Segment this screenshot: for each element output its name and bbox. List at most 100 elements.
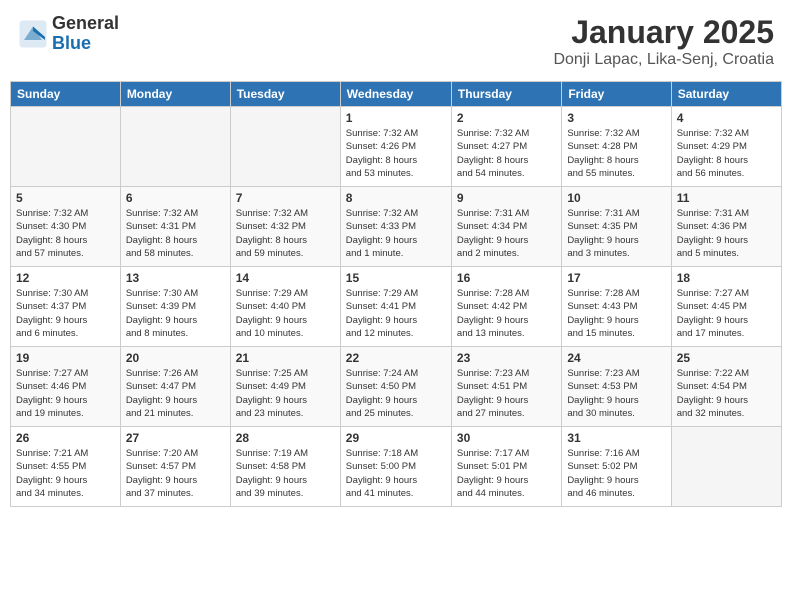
calendar-day-cell: 26Sunrise: 7:21 AM Sunset: 4:55 PM Dayli…	[11, 427, 121, 507]
day-number: 17	[567, 271, 665, 285]
day-number: 28	[236, 431, 335, 445]
day-number: 6	[126, 191, 225, 205]
day-number: 2	[457, 111, 556, 125]
day-info: Sunrise: 7:32 AM Sunset: 4:31 PM Dayligh…	[126, 207, 225, 260]
logo-general: General	[52, 14, 119, 34]
calendar-week-row: 5 Sunrise: 7:32 AM Sunset: 4:30 PM Daylig…	[11, 187, 782, 267]
calendar-day-cell: 7 Sunrise: 7:32 AM Sunset: 4:32 PM Daylig…	[230, 187, 340, 267]
day-number: 3	[567, 111, 665, 125]
logo: General Blue	[18, 14, 119, 54]
calendar-week-row: 12Sunrise: 7:30 AM Sunset: 4:37 PM Dayli…	[11, 267, 782, 347]
day-number: 11	[677, 191, 776, 205]
calendar-table: SundayMondayTuesdayWednesdayThursdayFrid…	[10, 81, 782, 507]
day-number: 10	[567, 191, 665, 205]
calendar-day-cell: 18Sunrise: 7:27 AM Sunset: 4:45 PM Dayli…	[671, 267, 781, 347]
calendar-day-cell: 2 Sunrise: 7:32 AM Sunset: 4:27 PM Daylig…	[451, 107, 561, 187]
day-info: Sunrise: 7:30 AM Sunset: 4:37 PM Dayligh…	[16, 287, 115, 340]
logo-icon	[18, 19, 48, 49]
calendar-day-cell: 3Sunrise: 7:32 AM Sunset: 4:28 PM Daylig…	[562, 107, 671, 187]
calendar-day-cell: 25 Sunrise: 7:22 AM Sunset: 4:54 PM Dayli…	[671, 347, 781, 427]
day-number: 23	[457, 351, 556, 365]
calendar-day-cell: 16 Sunrise: 7:28 AM Sunset: 4:42 PM Dayli…	[451, 267, 561, 347]
day-number: 9	[457, 191, 556, 205]
weekday-header-tuesday: Tuesday	[230, 82, 340, 107]
calendar-day-cell	[230, 107, 340, 187]
day-info: Sunrise: 7:16 AM Sunset: 5:02 PM Dayligh…	[567, 447, 665, 500]
weekday-header-saturday: Saturday	[671, 82, 781, 107]
calendar-day-cell: 14 Sunrise: 7:29 AM Sunset: 4:40 PM Dayli…	[230, 267, 340, 347]
weekday-header-sunday: Sunday	[11, 82, 121, 107]
weekday-header-row: SundayMondayTuesdayWednesdayThursdayFrid…	[11, 82, 782, 107]
day-info: Sunrise: 7:23 AM Sunset: 4:51 PM Dayligh…	[457, 367, 556, 420]
calendar-day-cell: 19 Sunrise: 7:27 AM Sunset: 4:46 PM Dayli…	[11, 347, 121, 427]
day-number: 4	[677, 111, 776, 125]
calendar-week-row: 1Sunrise: 7:32 AM Sunset: 4:26 PM Daylig…	[11, 107, 782, 187]
day-number: 27	[126, 431, 225, 445]
day-info: Sunrise: 7:32 AM Sunset: 4:29 PM Dayligh…	[677, 127, 776, 180]
day-info: Sunrise: 7:27 AM Sunset: 4:45 PM Dayligh…	[677, 287, 776, 340]
calendar-day-cell: 4 Sunrise: 7:32 AM Sunset: 4:29 PM Daylig…	[671, 107, 781, 187]
day-number: 13	[126, 271, 225, 285]
calendar-day-cell: 21Sunrise: 7:25 AM Sunset: 4:49 PM Dayli…	[230, 347, 340, 427]
day-info: Sunrise: 7:30 AM Sunset: 4:39 PM Dayligh…	[126, 287, 225, 340]
day-info: Sunrise: 7:24 AM Sunset: 4:50 PM Dayligh…	[346, 367, 446, 420]
day-info: Sunrise: 7:31 AM Sunset: 4:36 PM Dayligh…	[677, 207, 776, 260]
calendar-day-cell: 20 Sunrise: 7:26 AM Sunset: 4:47 PM Dayli…	[120, 347, 230, 427]
day-number: 29	[346, 431, 446, 445]
day-info: Sunrise: 7:32 AM Sunset: 4:33 PM Dayligh…	[346, 207, 446, 260]
calendar-day-cell: 24 Sunrise: 7:23 AM Sunset: 4:53 PM Dayli…	[562, 347, 671, 427]
day-number: 8	[346, 191, 446, 205]
day-info: Sunrise: 7:27 AM Sunset: 4:46 PM Dayligh…	[16, 367, 115, 420]
day-number: 7	[236, 191, 335, 205]
month-title: January 2025	[553, 14, 774, 51]
day-number: 5	[16, 191, 115, 205]
calendar-week-row: 26Sunrise: 7:21 AM Sunset: 4:55 PM Dayli…	[11, 427, 782, 507]
day-info: Sunrise: 7:29 AM Sunset: 4:41 PM Dayligh…	[346, 287, 446, 340]
calendar-day-cell: 12Sunrise: 7:30 AM Sunset: 4:37 PM Dayli…	[11, 267, 121, 347]
calendar-day-cell: 13 Sunrise: 7:30 AM Sunset: 4:39 PM Dayli…	[120, 267, 230, 347]
day-number: 14	[236, 271, 335, 285]
calendar-day-cell	[120, 107, 230, 187]
day-number: 16	[457, 271, 556, 285]
weekday-header-friday: Friday	[562, 82, 671, 107]
day-info: Sunrise: 7:29 AM Sunset: 4:40 PM Dayligh…	[236, 287, 335, 340]
day-info: Sunrise: 7:32 AM Sunset: 4:30 PM Dayligh…	[16, 207, 115, 260]
day-info: Sunrise: 7:32 AM Sunset: 4:27 PM Dayligh…	[457, 127, 556, 180]
day-info: Sunrise: 7:23 AM Sunset: 4:53 PM Dayligh…	[567, 367, 665, 420]
calendar-day-cell	[671, 427, 781, 507]
day-number: 20	[126, 351, 225, 365]
logo-blue: Blue	[52, 34, 119, 54]
weekday-header-wednesday: Wednesday	[340, 82, 451, 107]
day-info: Sunrise: 7:20 AM Sunset: 4:57 PM Dayligh…	[126, 447, 225, 500]
day-number: 31	[567, 431, 665, 445]
calendar-day-cell: 8 Sunrise: 7:32 AM Sunset: 4:33 PM Daylig…	[340, 187, 451, 267]
calendar-day-cell: 31 Sunrise: 7:16 AM Sunset: 5:02 PM Dayli…	[562, 427, 671, 507]
day-number: 26	[16, 431, 115, 445]
day-number: 25	[677, 351, 776, 365]
calendar-day-cell: 1Sunrise: 7:32 AM Sunset: 4:26 PM Daylig…	[340, 107, 451, 187]
day-number: 30	[457, 431, 556, 445]
day-info: Sunrise: 7:32 AM Sunset: 4:26 PM Dayligh…	[346, 127, 446, 180]
page-header: General Blue January 2025 Donji Lapac, L…	[10, 10, 782, 73]
day-info: Sunrise: 7:28 AM Sunset: 4:42 PM Dayligh…	[457, 287, 556, 340]
day-number: 15	[346, 271, 446, 285]
day-number: 22	[346, 351, 446, 365]
day-info: Sunrise: 7:28 AM Sunset: 4:43 PM Dayligh…	[567, 287, 665, 340]
calendar-day-cell: 30 Sunrise: 7:17 AM Sunset: 5:01 PM Dayli…	[451, 427, 561, 507]
calendar-day-cell: 28 Sunrise: 7:19 AM Sunset: 4:58 PM Dayli…	[230, 427, 340, 507]
day-info: Sunrise: 7:18 AM Sunset: 5:00 PM Dayligh…	[346, 447, 446, 500]
title-block: January 2025 Donji Lapac, Lika-Senj, Cro…	[553, 14, 774, 69]
day-info: Sunrise: 7:25 AM Sunset: 4:49 PM Dayligh…	[236, 367, 335, 420]
day-info: Sunrise: 7:19 AM Sunset: 4:58 PM Dayligh…	[236, 447, 335, 500]
logo-text: General Blue	[52, 14, 119, 54]
day-info: Sunrise: 7:26 AM Sunset: 4:47 PM Dayligh…	[126, 367, 225, 420]
day-number: 19	[16, 351, 115, 365]
day-info: Sunrise: 7:22 AM Sunset: 4:54 PM Dayligh…	[677, 367, 776, 420]
day-info: Sunrise: 7:32 AM Sunset: 4:32 PM Dayligh…	[236, 207, 335, 260]
calendar-day-cell: 27 Sunrise: 7:20 AM Sunset: 4:57 PM Dayli…	[120, 427, 230, 507]
calendar-day-cell: 23 Sunrise: 7:23 AM Sunset: 4:51 PM Dayli…	[451, 347, 561, 427]
day-number: 24	[567, 351, 665, 365]
calendar-week-row: 19 Sunrise: 7:27 AM Sunset: 4:46 PM Dayli…	[11, 347, 782, 427]
day-info: Sunrise: 7:17 AM Sunset: 5:01 PM Dayligh…	[457, 447, 556, 500]
calendar-day-cell: 6 Sunrise: 7:32 AM Sunset: 4:31 PM Daylig…	[120, 187, 230, 267]
